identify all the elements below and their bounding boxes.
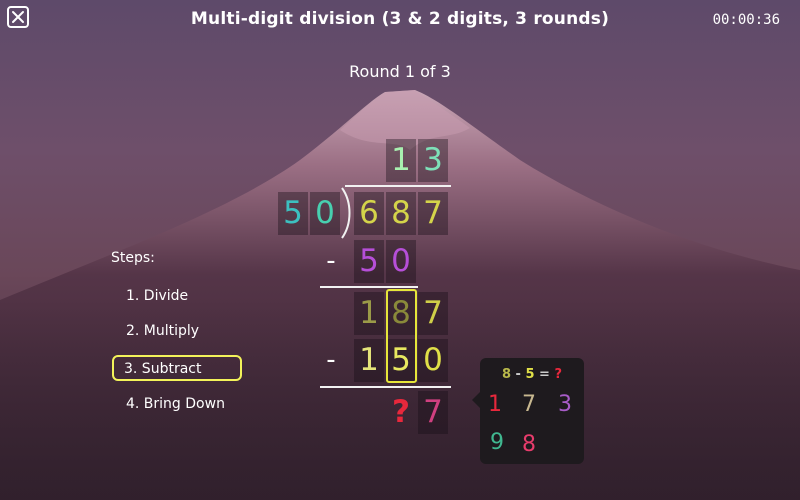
remainder-digit: 1 [354, 292, 384, 335]
dividend-digit: 6 [354, 192, 384, 235]
result-digit: 7 [418, 391, 448, 434]
hint-operand: 8 [501, 367, 511, 382]
answer-option[interactable]: 9 [486, 430, 508, 455]
product-digit: 5 [354, 240, 384, 283]
answer-option[interactable]: 1 [484, 392, 506, 417]
product-digit: 0 [418, 339, 448, 382]
hint-operator: - [515, 367, 521, 382]
hint-unknown: ? [554, 367, 563, 382]
division-bar [345, 185, 451, 187]
steps-heading: Steps: [111, 250, 155, 266]
minus-sign: - [326, 345, 336, 375]
quotient-digit: 1 [386, 139, 416, 182]
product-digit: 1 [354, 339, 384, 382]
dividend-digit: 8 [386, 192, 416, 235]
hint-operand: 5 [525, 367, 535, 382]
subtraction-line [320, 286, 418, 288]
quotient-digit: 3 [418, 139, 448, 182]
dividend-digit: 7 [418, 192, 448, 235]
answer-slot[interactable]: ? [386, 391, 416, 434]
round-label: Round 1 of 3 [349, 62, 451, 81]
product-digit: 0 [386, 240, 416, 283]
active-column-highlight [386, 289, 417, 383]
step-subtract: 3. Subtract [112, 355, 242, 381]
step-multiply: 2. Multiply [126, 323, 200, 339]
remainder-digit: 7 [418, 292, 448, 335]
timer: 00:00:36 [712, 12, 780, 28]
subtraction-line [320, 386, 451, 388]
game-title: Multi-digit division (3 & 2 digits, 3 ro… [190, 9, 610, 29]
step-bring-down: 4. Bring Down [126, 396, 225, 412]
answer-option[interactable]: 8 [518, 432, 540, 457]
divisor-digit: 0 [310, 192, 340, 235]
answer-popover: 8 - 5 = ? 1 7 3 9 8 [472, 358, 584, 464]
minus-sign: - [326, 246, 336, 276]
hint-operator: = [539, 367, 550, 382]
hint-equation: 8 - 5 = ? [480, 367, 584, 382]
divisor-digit: 5 [278, 192, 308, 235]
answer-option[interactable]: 3 [554, 392, 576, 417]
step-divide: 1. Divide [126, 288, 189, 304]
answer-option[interactable]: 7 [518, 392, 540, 417]
